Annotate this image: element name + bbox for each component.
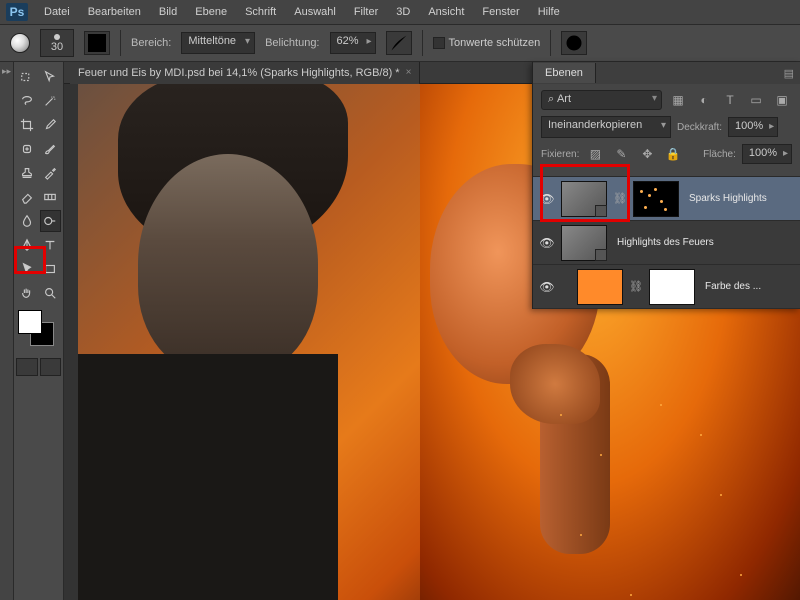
blur-tool[interactable]: [16, 210, 38, 232]
filter-adjust-icon[interactable]: ◐: [694, 91, 714, 109]
layer-name[interactable]: Highlights des Feuers: [613, 237, 794, 248]
pressure-exposure-icon[interactable]: [386, 31, 412, 55]
menu-bild[interactable]: Bild: [151, 3, 185, 21]
color-swatches[interactable]: [16, 310, 60, 350]
visibility-toggle[interactable]: 👁: [539, 280, 555, 294]
fg-color[interactable]: [18, 310, 42, 334]
exposure-label: Belichtung:: [265, 37, 319, 49]
layer-row[interactable]: 👁 ⛓ Farbe des ...: [533, 265, 800, 309]
artwork-male-body: [78, 354, 338, 600]
menu-hilfe[interactable]: Hilfe: [530, 3, 568, 21]
menu-datei[interactable]: Datei: [36, 3, 78, 21]
menu-auswahl[interactable]: Auswahl: [286, 3, 344, 21]
range-label: Bereich:: [131, 37, 171, 49]
panel-menu-icon[interactable]: ▤: [784, 67, 794, 80]
fill-label: Fläche:: [703, 149, 736, 160]
visibility-toggle[interactable]: 👁: [539, 236, 555, 250]
left-dock-toggle[interactable]: ▸▸: [0, 62, 14, 600]
dodge-tool[interactable]: [40, 210, 62, 232]
filter-smart-icon[interactable]: ▣: [772, 91, 792, 109]
filter-pixel-icon[interactable]: ▦: [668, 91, 688, 109]
current-tool-icon[interactable]: [10, 33, 30, 53]
lock-move-icon[interactable]: ✥: [637, 145, 657, 163]
mask-link-icon[interactable]: ⛓: [629, 280, 643, 293]
lock-all-icon[interactable]: 🔒: [663, 145, 683, 163]
brush-panel-toggle[interactable]: [84, 31, 110, 55]
annotation-highlight-tool: [14, 246, 46, 274]
lasso-tool[interactable]: [16, 90, 38, 112]
annotation-highlight-layer: [540, 164, 630, 222]
zoom-tool[interactable]: [40, 282, 62, 304]
menu-ansicht[interactable]: Ansicht: [420, 3, 472, 21]
history-brush-tool[interactable]: [40, 162, 62, 184]
menu-ebene[interactable]: Ebene: [187, 3, 235, 21]
healing-tool[interactable]: [16, 138, 38, 160]
protect-tones-check[interactable]: Tonwerte schützen: [433, 37, 541, 49]
eyedropper-tool[interactable]: [40, 114, 62, 136]
crop-tool[interactable]: [16, 114, 38, 136]
artwork-male-face: [138, 154, 318, 374]
move-tool-slot[interactable]: [16, 66, 38, 88]
document-tab[interactable]: Feuer und Eis by MDI.psd bei 14,1% (Spar…: [70, 62, 420, 84]
layer-filter-kind[interactable]: ⌕ Art: [541, 90, 662, 110]
layer-name[interactable]: Sparks Highlights: [685, 193, 794, 204]
blend-mode-select[interactable]: Ineinanderkopieren: [541, 116, 671, 138]
quickmask-toggle[interactable]: [16, 358, 38, 376]
brush-tool[interactable]: [40, 138, 62, 160]
hand-tool[interactable]: [16, 282, 38, 304]
panel-tab-ebenen[interactable]: Ebenen: [533, 63, 596, 83]
brush-size-value: 30: [51, 41, 63, 53]
fill-thumbnail[interactable]: [577, 269, 623, 305]
menu-filter[interactable]: Filter: [346, 3, 386, 21]
lock-trans-icon[interactable]: ▨: [585, 145, 605, 163]
layer-name[interactable]: Farbe des ...: [701, 281, 794, 292]
screenmode-toggle[interactable]: [40, 358, 62, 376]
brush-preset-picker[interactable]: 30: [40, 29, 74, 57]
artwork-sparks: [540, 374, 800, 600]
lock-paint-icon[interactable]: ✎: [611, 145, 631, 163]
app-logo: Ps: [6, 3, 28, 21]
gradient-tool[interactable]: [40, 186, 62, 208]
stamp-tool[interactable]: [16, 162, 38, 184]
opacity-value[interactable]: 100%: [728, 117, 778, 137]
layer-thumbnail[interactable]: [561, 225, 607, 261]
menu-3d[interactable]: 3D: [388, 3, 418, 21]
fill-value[interactable]: 100%: [742, 144, 792, 164]
options-bar: 30 Bereich: Mitteltöne Belichtung: 62% T…: [0, 24, 800, 62]
move-tool[interactable]: [40, 66, 62, 88]
menu-fenster[interactable]: Fenster: [474, 3, 527, 21]
menu-schrift[interactable]: Schrift: [237, 3, 284, 21]
toolbox: [14, 62, 64, 600]
exposure-value[interactable]: 62%: [330, 32, 376, 54]
eraser-tool[interactable]: [16, 186, 38, 208]
layer-row[interactable]: 👁 Highlights des Feuers: [533, 221, 800, 265]
range-select[interactable]: Mitteltöne: [181, 32, 255, 54]
pressure-size-icon[interactable]: [561, 31, 587, 55]
menu-bearbeiten[interactable]: Bearbeiten: [80, 3, 149, 21]
opacity-label: Deckkraft:: [677, 122, 722, 133]
lock-label: Fixieren:: [541, 149, 579, 160]
layer-mask-thumbnail[interactable]: [633, 181, 679, 217]
magic-wand-tool[interactable]: [40, 90, 62, 112]
filter-type-icon[interactable]: T: [720, 91, 740, 109]
close-tab-icon[interactable]: ×: [406, 67, 412, 78]
panel-tabbar: Ebenen ▤: [533, 62, 800, 84]
filter-shape-icon[interactable]: ▭: [746, 91, 766, 109]
menubar: Ps Datei Bearbeiten Bild Ebene Schrift A…: [0, 0, 800, 24]
layer-mask-thumbnail[interactable]: [649, 269, 695, 305]
